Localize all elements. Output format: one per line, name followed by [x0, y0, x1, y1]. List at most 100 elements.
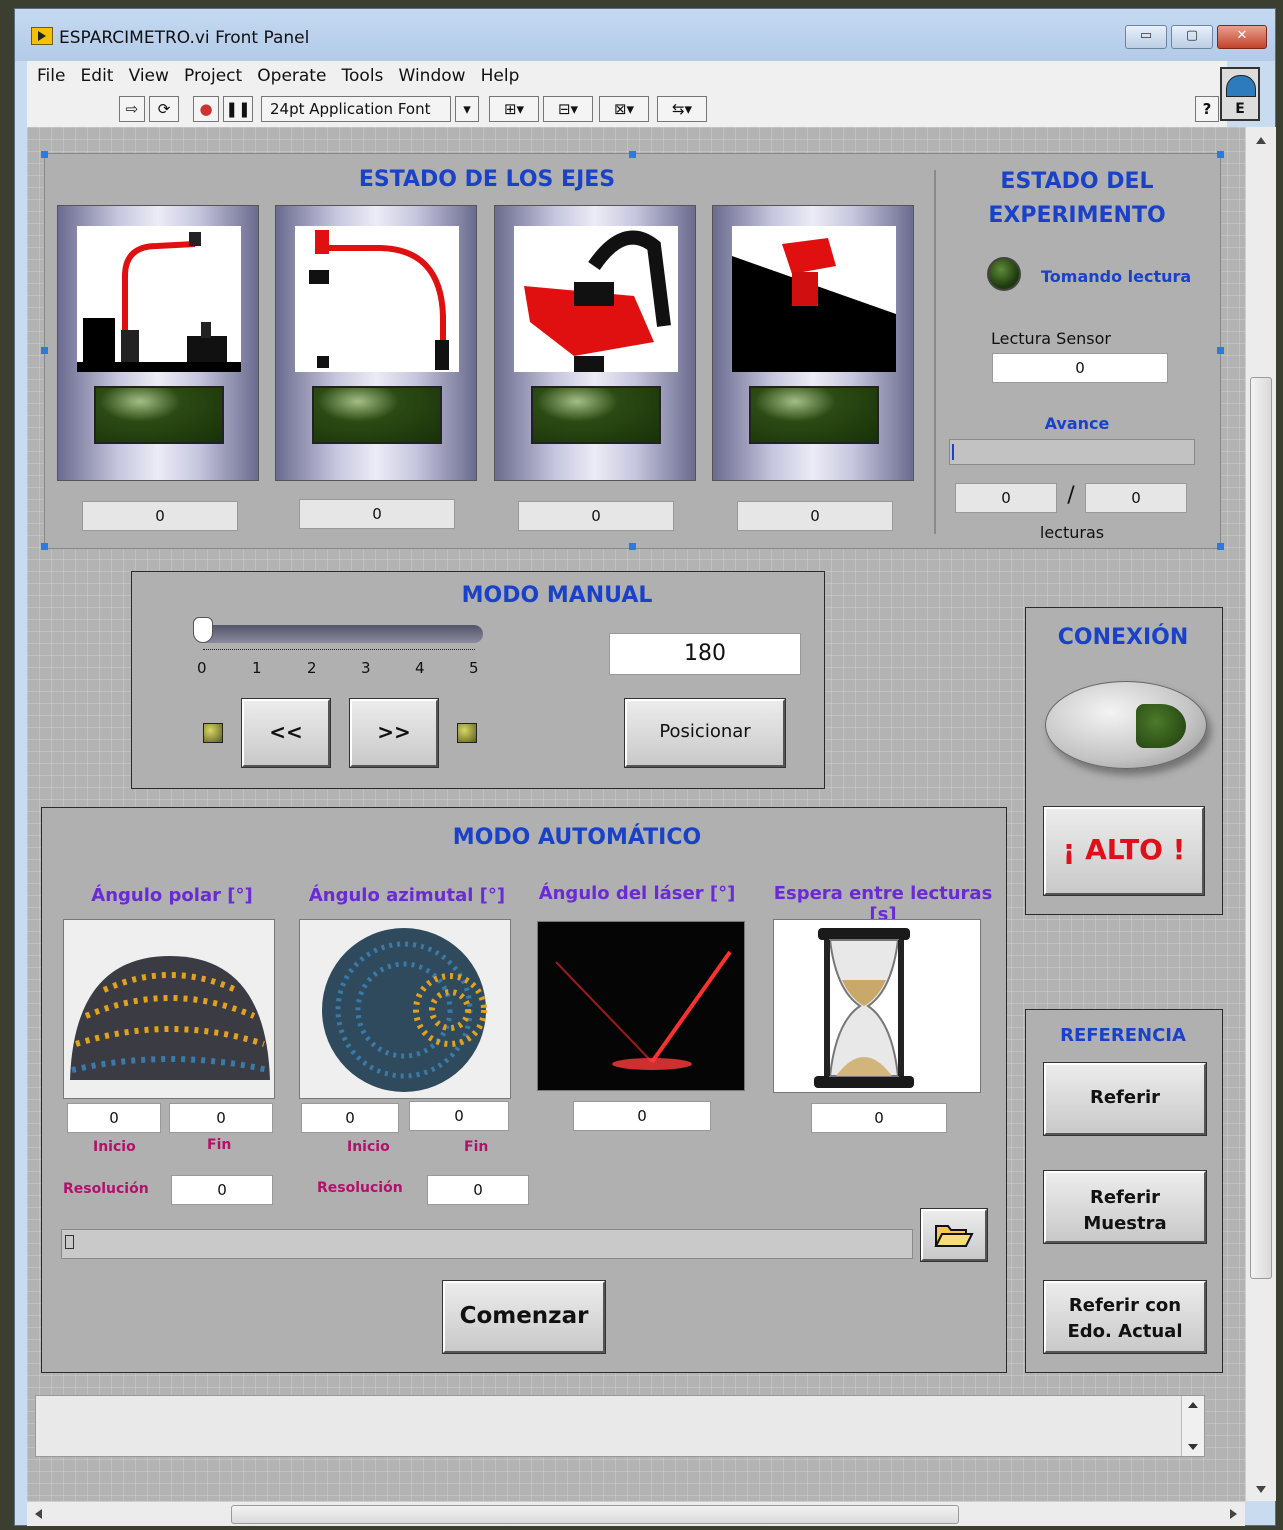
scroll-down-icon[interactable]: [1256, 1486, 1266, 1493]
window-title: ESPARCIMETRO.vi Front Panel: [59, 28, 310, 48]
axis-1-image: [77, 226, 241, 372]
vertical-scroll-thumb[interactable]: [1250, 377, 1272, 1279]
laser-angle-field[interactable]: 0: [573, 1101, 711, 1131]
position-value-field[interactable]: 180: [609, 633, 801, 675]
menu-file[interactable]: File: [37, 61, 65, 91]
menu-tools[interactable]: Tools: [342, 61, 384, 91]
polar-inicio-field[interactable]: 0: [67, 1103, 161, 1133]
run-continuously-icon[interactable]: ⟳: [149, 96, 179, 122]
dome-icon: [1226, 75, 1256, 97]
scroll-left-icon[interactable]: [35, 1509, 42, 1519]
selection-handle[interactable]: [629, 543, 636, 550]
referir-muestra-button[interactable]: Referir Muestra: [1043, 1170, 1207, 1244]
axis-3-image: [514, 226, 678, 372]
scroll-down-icon[interactable]: [1188, 1444, 1198, 1450]
axis-2-image: [295, 226, 459, 372]
maximize-button[interactable]: ▢: [1171, 25, 1213, 49]
connect-toggle-button[interactable]: [1045, 681, 1207, 769]
angulo-polar-label: Ángulo polar [°]: [91, 885, 253, 906]
pause-icon[interactable]: ❚❚: [223, 96, 253, 122]
divider: [934, 170, 936, 534]
slider-tick-2: 2: [307, 659, 317, 677]
status-text-box[interactable]: [35, 1395, 1205, 1457]
resize-objects-icon[interactable]: ⊠▾: [599, 96, 649, 122]
referir-edo-actual-button[interactable]: Referir con Edo. Actual: [1043, 1280, 1207, 1354]
menu-operate[interactable]: Operate: [257, 61, 326, 91]
selection-handle[interactable]: [629, 151, 636, 158]
path-type-icon: [65, 1235, 74, 1249]
slider-tick-1: 1: [252, 659, 262, 677]
slider-tick-4: 4: [415, 659, 425, 677]
position-slider-thumb[interactable]: [193, 617, 213, 643]
file-path-field[interactable]: [61, 1229, 913, 1259]
labview-vi-icon: [31, 27, 53, 45]
slider-tick-5: 5: [469, 659, 479, 677]
referencia-title: REFERENCIA: [1060, 1025, 1186, 1046]
scroll-up-icon[interactable]: [1188, 1402, 1198, 1408]
step-forward-button[interactable]: >>: [349, 698, 439, 768]
step-back-button[interactable]: <<: [241, 698, 331, 768]
azimutal-inicio-field[interactable]: 0: [301, 1103, 399, 1133]
selection-handle[interactable]: [1217, 543, 1224, 550]
minimize-button[interactable]: ▭: [1125, 25, 1167, 49]
distribute-objects-icon[interactable]: ⊟▾: [543, 96, 593, 122]
selection-handle[interactable]: [41, 543, 48, 550]
vi-icon-letter: E: [1235, 101, 1245, 117]
tomando-lectura-label: Tomando lectura: [1041, 267, 1192, 286]
comenzar-button[interactable]: Comenzar: [442, 1280, 606, 1354]
position-slider-track[interactable]: [199, 625, 483, 643]
run-arrow-icon[interactable]: ⇨: [119, 96, 145, 122]
menu-edit[interactable]: Edit: [81, 61, 114, 91]
selection-handle[interactable]: [1217, 151, 1224, 158]
axis-2-value: 0: [299, 499, 455, 529]
open-folder-icon: [934, 1225, 974, 1247]
forward-limit-led: [457, 723, 477, 743]
reorder-icon[interactable]: ⇆▾: [657, 96, 707, 122]
axis-frame-2: [275, 205, 477, 481]
horizontal-scroll-thumb[interactable]: [231, 1505, 959, 1524]
panel-vertical-scrollbar[interactable]: [1245, 127, 1276, 1501]
conexion-title: CONEXIÓN: [1057, 625, 1189, 650]
referir-button[interactable]: Referir: [1043, 1062, 1207, 1136]
close-button[interactable]: ✕: [1217, 25, 1267, 49]
align-objects-icon[interactable]: ⊞▾: [489, 96, 539, 122]
panel-horizontal-scrollbar[interactable]: [27, 1501, 1245, 1526]
menu-bar: File Edit View Project Operate Tools Win…: [27, 61, 1227, 91]
axis-4-indicator: [749, 386, 879, 444]
browse-folder-button[interactable]: [920, 1208, 988, 1262]
selection-handle[interactable]: [41, 347, 48, 354]
polar-resolucion-field[interactable]: 0: [171, 1175, 273, 1205]
referir-edo-actual-line1: Referir con: [1068, 1295, 1182, 1316]
selection-handle[interactable]: [41, 151, 48, 158]
context-help-icon[interactable]: ?: [1195, 96, 1219, 122]
slider-tick-3: 3: [361, 659, 371, 677]
polar-fin-label: Fin: [207, 1137, 232, 1153]
menu-project[interactable]: Project: [184, 61, 242, 91]
menu-view[interactable]: View: [129, 61, 169, 91]
azimutal-resolucion-field[interactable]: 0: [427, 1175, 529, 1205]
polar-resolucion-label: Resolución: [63, 1181, 149, 1197]
font-select[interactable]: 24pt Application Font: [261, 96, 451, 122]
azimutal-resolucion-label: Resolución: [317, 1180, 403, 1196]
abort-icon[interactable]: ●: [193, 96, 219, 122]
azimutal-inicio-label: Inicio: [347, 1139, 390, 1155]
estado-experimento-title: ESTADO DEL EXPERIMENTO: [947, 165, 1207, 233]
axis-4-value: 0: [737, 501, 893, 531]
azimutal-fin-field[interactable]: 0: [409, 1101, 509, 1131]
selection-handle[interactable]: [1217, 347, 1224, 354]
tomando-lectura-led: [987, 257, 1021, 291]
scroll-up-icon[interactable]: [1256, 137, 1266, 144]
avance-label: Avance: [1044, 414, 1110, 433]
scroll-right-icon[interactable]: [1230, 1509, 1237, 1519]
alto-stop-button[interactable]: ¡ ALTO !: [1043, 806, 1205, 896]
espera-field[interactable]: 0: [811, 1103, 947, 1133]
posicionar-button[interactable]: Posicionar: [624, 698, 786, 768]
polar-fin-field[interactable]: 0: [169, 1103, 273, 1133]
menu-window[interactable]: Window: [399, 61, 466, 91]
slider-ticks: [203, 649, 475, 658]
lectura-sensor-label: Lectura Sensor: [991, 329, 1111, 348]
status-scrollbar[interactable]: [1181, 1396, 1204, 1456]
menu-help[interactable]: Help: [481, 61, 520, 91]
font-dropdown-chevron-icon[interactable]: ▾: [455, 96, 479, 122]
polar-inicio-label: Inicio: [93, 1139, 136, 1155]
